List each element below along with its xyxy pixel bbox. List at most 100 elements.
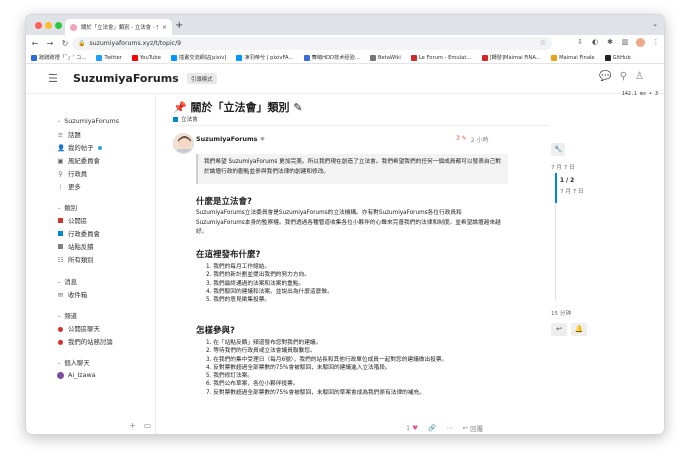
bookmark-label: YouTube (139, 54, 161, 61)
like-button[interactable]: 1 ♥ (406, 424, 418, 432)
minimize-window-button[interactable] (45, 22, 52, 29)
keyboard-icon[interactable]: ▭ (144, 421, 152, 430)
bookmark-item[interactable]: 舞萌HDD技术经验… (303, 54, 360, 61)
more-dots-icon[interactable]: ⋯ (446, 424, 453, 432)
favicon-icon (70, 23, 77, 31)
menu-dots-icon[interactable]: ⋮ (652, 38, 660, 47)
bookmark-label: 凍羽帝兮 | pixivFA… (244, 55, 294, 61)
sidebar-item-category-feedback[interactable]: 站點反饋 (57, 242, 94, 251)
back-arrow-icon[interactable]: ← (29, 39, 41, 48)
bookmark-item[interactable]: Le Forum - Emulat… (410, 54, 472, 61)
ordered-list-how: 1. 在「站點反饋」頻道發布您對我們的建議。 2. 等待我們的行政員或立法會議員… (196, 339, 516, 397)
edit-count: 3 (456, 135, 460, 142)
bookmark-item[interactable]: 蹭蹭蹭禮「ˇ」‘ コ… (31, 54, 86, 61)
list-item: 7. 反對票數超過全部票數的75%會被駁回，未駁回的草案會成為我們原有法律的補充… (206, 389, 425, 396)
sidebar-item-all-categories[interactable]: ☷ 所有類別 (57, 255, 94, 265)
bookmark-favicon-icon (236, 54, 243, 61)
timeline-position: 1 / 2 (560, 178, 575, 184)
post-timestamp[interactable]: 2 小時 (471, 135, 489, 144)
channel-icon: ● (57, 337, 64, 346)
bookmark-label: 蹭蹭蹭禮「ˇ」‘ コ… (39, 55, 87, 61)
list-item: 1. 我們的每月工作總結。 (206, 264, 271, 270)
sidebar-item-my-posts[interactable]: 👤 我的帖子 (57, 143, 102, 152)
bookmark-item[interactable]: GitHub (604, 54, 631, 61)
browser-window: 關於「立法會」類別 - 立法會 - Su… × + ⌄ ← → ↻ 🔒 suzu… (25, 14, 665, 435)
tab-search-chevron-icon[interactable]: ⌄ (652, 20, 658, 28)
sidebar-item-admin[interactable]: ⚲ 行政員 (57, 169, 87, 179)
tab-close-icon[interactable]: × (162, 24, 167, 31)
bell-notification-icon[interactable]: 🔔 (571, 323, 587, 336)
reload-icon[interactable]: ↻ (59, 39, 71, 48)
sidebar-item-moderation[interactable]: ▣ 風紀委員會 (57, 156, 100, 166)
browser-tab-active[interactable]: 關於「立法會」類別 - 立法會 - Su… × (65, 19, 172, 35)
sidebar-item-label: 公開區聊天 (68, 325, 100, 333)
sidepanel-icon[interactable]: ▥ (621, 38, 629, 47)
list-item: 3. 我們最終通過的法案和法案的重點。 (206, 280, 305, 287)
maximize-window-button[interactable] (55, 22, 62, 29)
bookmark-item[interactable]: 凍羽帝兮 | pixivFA… (236, 54, 294, 61)
sidebar-item-category-public[interactable]: 公開區 (57, 216, 87, 225)
timeline-handle[interactable] (555, 173, 557, 203)
bookmark-item[interactable]: 插畫交流網站[pixiv] (170, 54, 226, 61)
reply-topic-button[interactable]: ↩ (551, 323, 567, 336)
search-icon[interactable]: ⚲ (620, 71, 627, 82)
sidebar-item-channel-public[interactable]: ● 公開區聊天 (57, 324, 100, 334)
avatar[interactable] (173, 133, 194, 154)
chevron-down-icon: ⌄ (57, 204, 62, 211)
bookmark-item[interactable]: BetaWiki (369, 54, 401, 61)
topic-category-badge[interactable]: 立法會 (173, 115, 198, 123)
bookmark-favicon-icon (303, 54, 310, 61)
extension-icon[interactable]: ◐ (591, 38, 599, 47)
bookmark-item[interactable]: Maimai Finale (551, 54, 595, 61)
sidebar-item-topics[interactable]: ≡ 話題 (57, 130, 81, 140)
sidebar-section-channels[interactable]: ⌄ 頻道 (57, 311, 77, 320)
sidebar-heading: 個人聊天 (64, 359, 90, 367)
sidebar-section-messages[interactable]: ⌄ 消息 (57, 277, 77, 286)
user-avatar-icon[interactable]: ♙ (635, 71, 644, 82)
pencil-edit-icon[interactable]: ✎ (293, 101, 302, 114)
extensions-puzzle-icon[interactable]: ✱ (606, 38, 614, 47)
list-icon: ≡ (57, 130, 64, 139)
edit-history-button[interactable]: 3 ✎ (456, 135, 467, 144)
sidebar-item-label: 收件箱 (68, 291, 88, 299)
sidebar-item-inbox[interactable]: ✉ 收件箱 (57, 290, 88, 300)
pin-icon: 📌 (173, 101, 187, 114)
new-tab-button[interactable]: + (175, 20, 183, 31)
bookmark-star-icon[interactable]: ☆ (540, 39, 546, 47)
shield-icon: ◉ (260, 136, 265, 142)
install-app-icon[interactable]: ⇩ (576, 38, 584, 47)
header-icons: 💬 ⚲ ♙ (599, 71, 644, 82)
bookmark-item[interactable]: YouTube (131, 54, 161, 61)
envelope-icon: ✉ (57, 290, 64, 299)
sidebar-section-dm[interactable]: ⌄ 個人聊天 (57, 358, 90, 367)
link-icon[interactable]: 🔗 (428, 424, 436, 432)
reply-button[interactable]: ↩ 回覆 (463, 423, 483, 433)
sidebar-item-category-admin-committee[interactable]: 行政委員會 (57, 229, 100, 238)
sidebar-item-dm-user[interactable]: Ai_Izawa (57, 371, 96, 379)
list-item: 1. 在「站點反饋」頻道發布您對我們的建議。 (206, 340, 322, 346)
sidebar-section-community[interactable]: ⌄ SuzumiyaForums (57, 117, 119, 125)
bookmark-favicon-icon (551, 54, 558, 61)
timeline-last-activity[interactable]: 15 分钟 (551, 309, 571, 317)
chat-bubble-icon[interactable]: 💬 (599, 71, 611, 82)
post-username[interactable]: SuzumiyaForums ◉ (196, 135, 265, 143)
guide-mode-button[interactable]: 引導模式 (187, 73, 217, 84)
bookmark-item[interactable]: Twitter (96, 54, 122, 61)
review-icon: ▣ (57, 156, 64, 165)
bookmark-item[interactable]: [轉發]Maimai FiNA… (481, 54, 541, 61)
site-title[interactable]: SuzumiyaForums (73, 72, 179, 85)
address-bar[interactable]: 🔒 suzumiyaforums.xyz/t/topic/9 ☆ (72, 37, 552, 50)
close-window-button[interactable] (35, 22, 42, 29)
sidebar-item-channel-site[interactable]: ● 我們的站務討論 (57, 337, 113, 347)
sidebar-section-categories[interactable]: ⌄ 類別 (57, 203, 77, 212)
topic-admin-wrench-button[interactable]: 🔧 (551, 143, 565, 156)
profile-avatar-icon[interactable] (636, 38, 645, 47)
add-icon[interactable]: + (129, 421, 136, 430)
channel-icon: ● (57, 324, 64, 333)
sidebar-heading: SuzumiyaForums (64, 117, 120, 125)
sidebar: ⌄ SuzumiyaForums ≡ 話題 👤 我的帖子 ▣ 風紀委員會 ⚲ 行政員 ⋮… (26, 95, 156, 434)
timeline-start-date[interactable]: 7 月 7 日 (551, 163, 575, 171)
forward-arrow-icon[interactable]: → (44, 39, 56, 48)
hamburger-menu-icon[interactable]: ☰ (48, 72, 58, 85)
sidebar-item-more[interactable]: ⋮ 更多 (57, 182, 81, 192)
